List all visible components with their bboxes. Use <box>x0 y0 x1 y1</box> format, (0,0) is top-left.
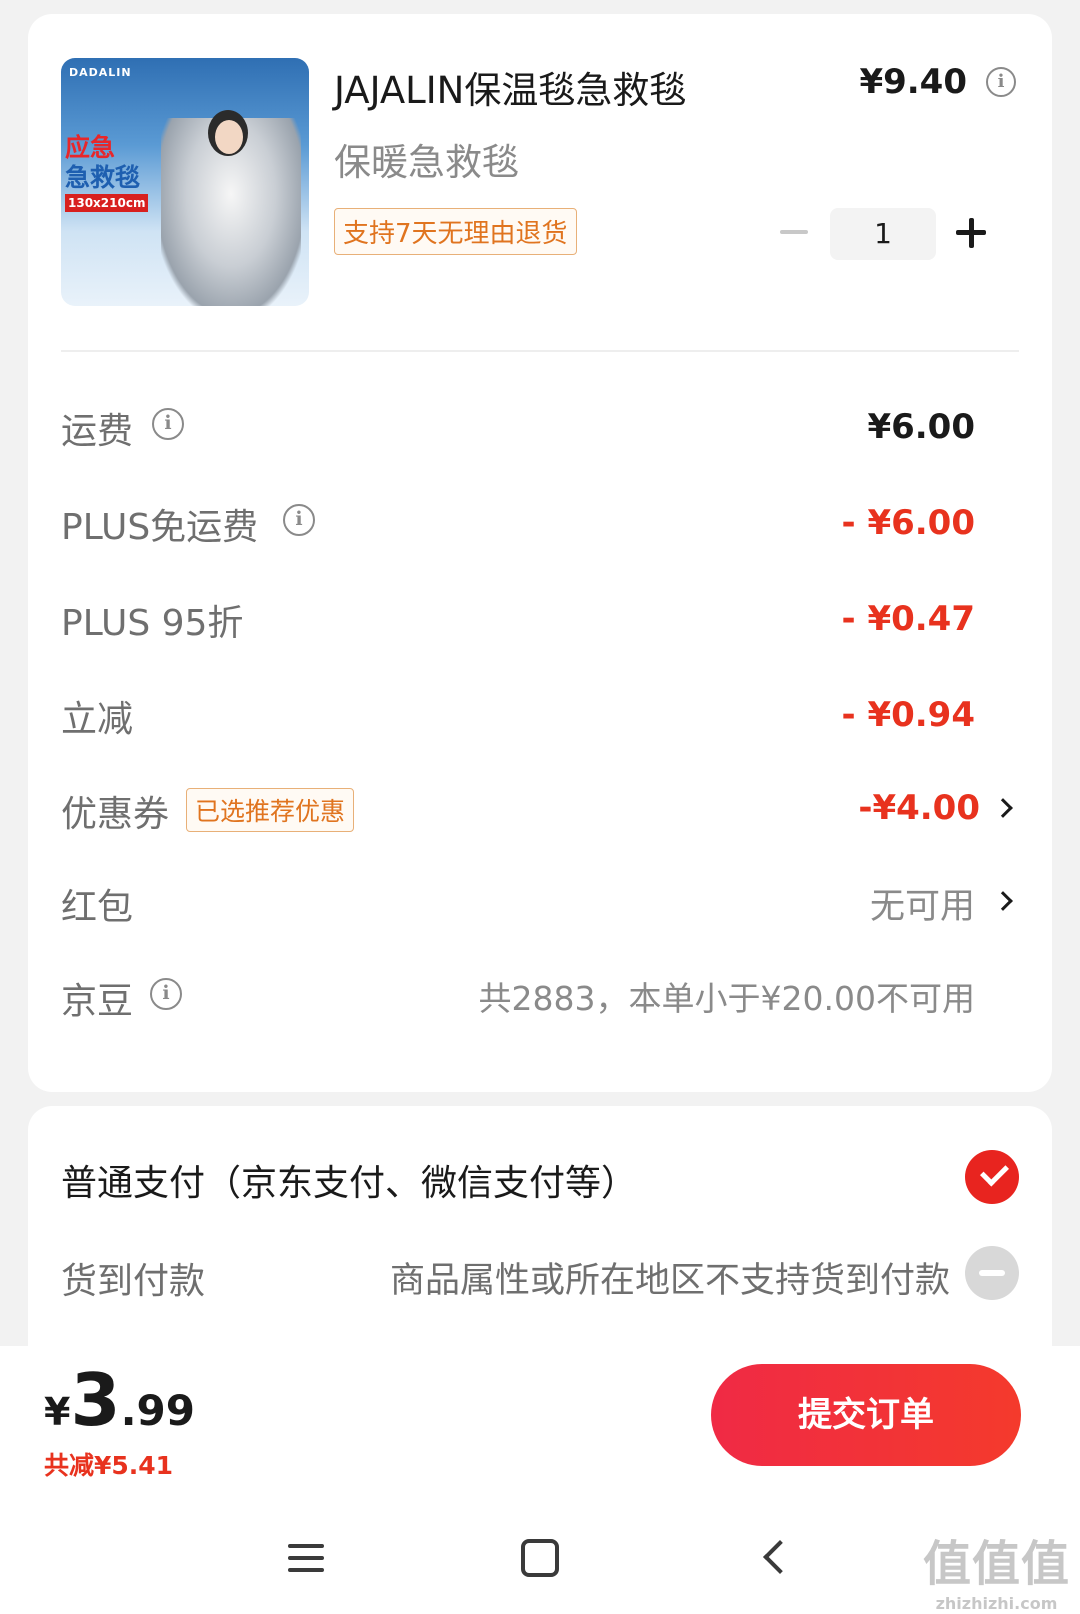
coupon-chevron-icon[interactable] <box>993 798 1013 818</box>
red-packet-label[interactable]: 红包 <box>61 878 133 930</box>
payment-selected-check-icon[interactable] <box>965 1150 1019 1204</box>
total-decimal: .99 <box>120 1386 195 1435</box>
plus-shipping-info-icon[interactable]: i <box>283 504 315 536</box>
plus-free-shipping-label: PLUS免运费 <box>61 507 259 548</box>
nav-menu-icon[interactable] <box>288 1544 324 1572</box>
plus-free-shipping-value: - ¥6.00 <box>841 503 976 543</box>
total-integer: 3 <box>70 1358 121 1442</box>
product-title[interactable]: JAJALIN保温毯急救毯 <box>334 60 686 114</box>
shipping-fee-value: ¥6.00 <box>867 407 975 447</box>
quantity-minus-button[interactable] <box>780 230 808 234</box>
quantity-input[interactable]: 1 <box>830 208 936 260</box>
watermark: 值值值 zhizhizhi.com <box>923 1524 1070 1613</box>
return-policy-badge: 支持7天无理由退货 <box>334 208 577 255</box>
product-image-size: 130x210cm <box>65 194 149 212</box>
cod-unavailable-note: 商品属性或所在地区不支持货到付款 <box>389 1261 950 1301</box>
coupon-value[interactable]: -¥4.00 <box>858 788 980 828</box>
normal-payment-label[interactable]: 普通支付（京东支付、微信支付等） <box>61 1154 637 1206</box>
product-subtitle: 保暖急救毯 <box>334 141 519 184</box>
jingdou-label: 京豆 <box>61 981 134 1022</box>
instant-discount-value: - ¥0.94 <box>841 695 976 735</box>
plus-discount-label: PLUS 95折 <box>61 603 244 644</box>
jingdou-info-icon[interactable]: i <box>150 978 182 1010</box>
product-image[interactable]: DADALIN 应急 急救毯 130x210cm <box>61 58 309 306</box>
total-saved: 共减¥5.41 <box>44 1451 174 1480</box>
jingdou-value: 共2883，本单小于¥20.00不可用 <box>478 979 975 1018</box>
shipping-fee-label: 运费 <box>61 411 134 452</box>
red-packet-value[interactable]: 无可用 <box>870 878 975 929</box>
submit-order-button[interactable]: 提交订单 <box>711 1364 1021 1466</box>
divider <box>61 350 1019 352</box>
price-info-icon[interactable]: i <box>986 67 1016 97</box>
coupon-badge: 已选推荐优惠 <box>186 788 355 832</box>
product-image-brand: DADALIN <box>69 66 132 79</box>
product-price: ¥9.40 <box>859 62 967 102</box>
watermark-logo: 值值值 <box>922 1536 1070 1592</box>
red-packet-chevron-icon[interactable] <box>993 891 1013 911</box>
watermark-url: zhizhizhi.com <box>935 1594 1058 1613</box>
quantity-plus-button[interactable] <box>956 216 986 250</box>
person-face <box>215 120 243 154</box>
nav-back-icon[interactable] <box>763 1540 797 1574</box>
product-image-text-2: 急救毯 <box>65 163 141 192</box>
total-price: ¥3.99 <box>44 1358 195 1442</box>
order-summary-card: DADALIN 应急 急救毯 130x210cm JAJALIN保温毯急救毯 ¥… <box>28 14 1052 1092</box>
order-confirm-page: DADALIN 应急 急救毯 130x210cm JAJALIN保温毯急救毯 ¥… <box>0 0 1080 1614</box>
instant-discount-label: 立减 <box>61 699 134 740</box>
coupon-label[interactable]: 优惠券 <box>61 785 169 837</box>
checkout-bar: ¥3.99 共减¥5.41 提交订单 值值值 zhizhizhi.com <box>0 1346 1080 1614</box>
plus-discount-value: - ¥0.47 <box>841 599 976 639</box>
total-currency: ¥ <box>44 1390 71 1434</box>
shipping-info-icon[interactable]: i <box>152 408 184 440</box>
cod-payment-label: 货到付款 <box>61 1261 206 1302</box>
payment-method-card: 普通支付（京东支付、微信支付等） 货到付款 商品属性或所在地区不支持货到付款 <box>28 1106 1052 1346</box>
nav-home-icon[interactable] <box>521 1539 559 1577</box>
cod-disabled-icon <box>965 1246 1019 1300</box>
